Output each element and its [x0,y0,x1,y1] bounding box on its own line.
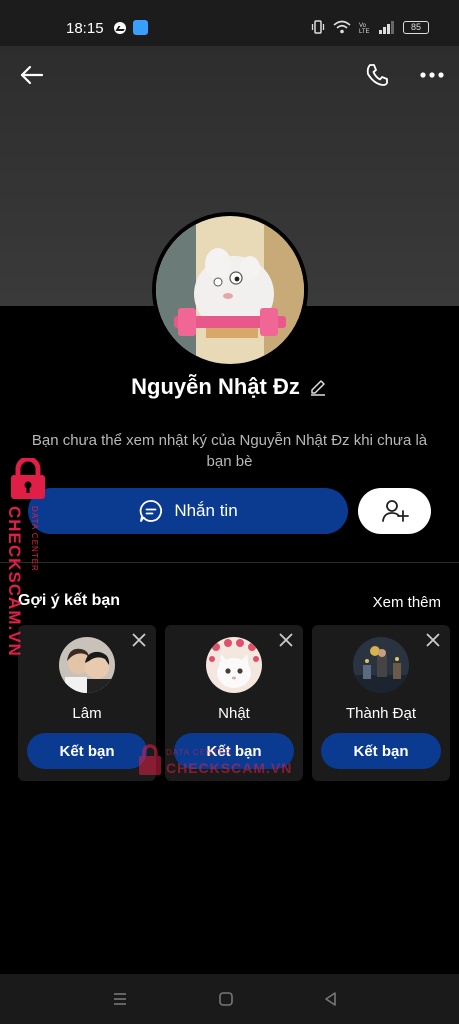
status-time: 18:15 [66,20,104,37]
add-friend-suggestion-button[interactable]: Kết bạn [27,733,147,769]
lock-icon [11,458,45,499]
wifi-icon [333,20,351,34]
suggestion-name: Thành Đạt [345,705,417,722]
watermark-text: CHECKSCAM.VN [5,506,24,657]
battery-level: 85 [410,22,421,32]
watermark-center: DATA CENTER CHECKSCAM.VN [138,742,291,780]
vibrate-icon [311,20,325,34]
battery-indicator: 85 [403,20,429,34]
suggestion-name: Lâm [72,705,102,722]
svg-text:LTE: LTE [359,29,370,34]
watermark-text: CHECKSCAM.VN [166,760,293,776]
status-indicators: Vo LTE 85 [311,20,429,34]
signal-icon [379,21,394,34]
divider [0,562,459,563]
more-icon[interactable] [418,62,446,88]
profile-avatar-frame[interactable] [152,212,308,368]
back-arrow-icon[interactable] [18,62,46,88]
add-friend-icon [381,500,409,522]
avatar[interactable] [59,637,115,693]
system-nav-bar [0,974,459,1024]
message-button-label: Nhắn tin [174,501,238,520]
edit-icon[interactable] [308,377,328,397]
watermark-subtext: DATA CENTER [30,506,39,572]
avatar [156,216,304,364]
watermark: CHECKSCAM.VN DATA CENTER [4,458,50,657]
add-friend-suggestion-button[interactable]: Kết bạn [321,733,441,769]
avatar[interactable] [206,637,262,693]
lock-icon [139,744,161,775]
home-square-icon[interactable] [215,988,237,1010]
back-triangle-icon[interactable] [320,988,342,1010]
add-friend-button[interactable] [358,488,431,534]
see-more-link[interactable]: Xem thêm [373,594,441,611]
message-button[interactable]: Nhắn tin [28,488,348,534]
app-notification-icon [133,20,148,35]
messenger-notification-icon [114,22,126,34]
suggestion-card[interactable]: Lâm Kết bạn [18,625,156,781]
status-bar: 18:15 Vo LTE 85 [0,0,459,46]
close-icon[interactable] [426,633,440,647]
watermark-subtext: DATA CENTER [166,748,232,757]
menu-icon[interactable] [109,988,131,1010]
profile-name-row: Nguyễn Nhật Đz [0,374,459,400]
chat-bubble-icon [140,500,163,522]
close-icon[interactable] [279,633,293,647]
phone-icon[interactable] [363,62,391,88]
suggestion-card[interactable]: Thành Đạt Kết bạn [312,625,450,781]
privacy-note: Bạn chưa thể xem nhật ký của Nguyễn Nhật… [31,432,428,470]
suggestion-name: Nhật [218,705,250,722]
volte-icon: VoLTE [359,23,370,34]
close-icon[interactable] [132,633,146,647]
avatar[interactable] [353,637,409,693]
profile-name: Nguyễn Nhật Đz [131,374,300,399]
